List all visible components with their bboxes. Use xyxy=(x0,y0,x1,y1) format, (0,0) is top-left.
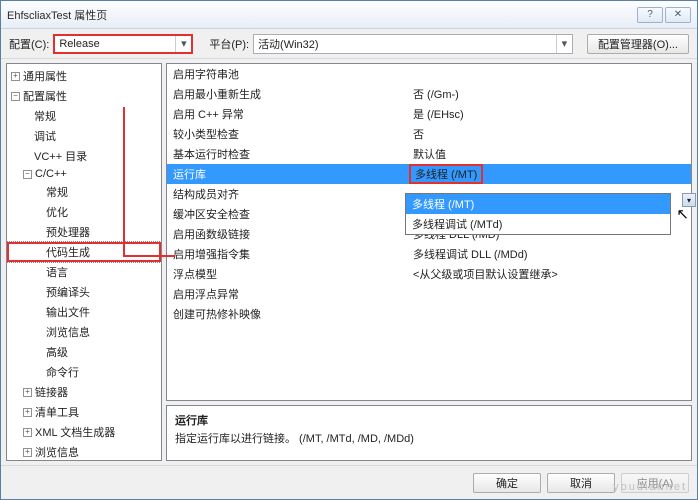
tree-manifest[interactable]: +清单工具 xyxy=(7,402,161,422)
config-label: 配置(C): xyxy=(9,36,49,52)
tree-ccpp-output[interactable]: 输出文件 xyxy=(7,302,161,322)
tree-browse2[interactable]: +浏览信息 xyxy=(7,442,161,461)
tree-ccpp-cmdline[interactable]: 命令行 xyxy=(7,362,161,382)
platform-value: 活动(Win32) xyxy=(258,36,319,52)
config-value: Release xyxy=(59,38,99,50)
dialog-buttons: 确定 取消 应用(A) xyxy=(1,465,697,499)
grid-row: 创建可热修补映像 xyxy=(167,304,691,324)
dropdown-item-mtd[interactable]: 多线程调试 (/MTd) xyxy=(406,214,670,234)
watermark: youdiannet xyxy=(613,481,687,493)
tree-ccpp[interactable]: −C/C++ xyxy=(7,166,161,182)
titlebar: EhfscliaxTest 属性页 ? ✕ xyxy=(1,1,697,29)
config-combo[interactable]: Release ▾ xyxy=(53,34,193,54)
runtime-lib-value: 多线程 (/MT) xyxy=(409,164,483,184)
window-buttons: ? ✕ xyxy=(637,7,691,23)
grid-row: 浮点模型<从父级或项目默认设置继承> xyxy=(167,264,691,284)
grid-row: 启用增强指令集多线程调试 DLL (/MDd) xyxy=(167,244,691,264)
desc-title: 运行库 xyxy=(175,412,683,428)
chevron-down-icon[interactable]: ▾ xyxy=(682,193,696,207)
tree-vcpp-dirs[interactable]: VC++ 目录 xyxy=(7,146,161,166)
tree-ccpp-optimize[interactable]: 优化 xyxy=(7,202,161,222)
tree-common-props[interactable]: +通用属性 xyxy=(7,66,161,86)
right-pane: 启用字符串池 启用最小重新生成否 (/Gm-) 启用 C++ 异常是 (/EHs… xyxy=(166,63,692,461)
ok-button[interactable]: 确定 xyxy=(473,473,541,493)
chevron-down-icon: ▾ xyxy=(556,35,572,53)
tree-ccpp-browse[interactable]: 浏览信息 xyxy=(7,322,161,342)
grid-row-runtime-library[interactable]: 运行库多线程 (/MT) xyxy=(167,164,691,184)
grid-row: 基本运行时检查默认值 xyxy=(167,144,691,164)
grid-row: 启用字符串池 xyxy=(167,64,691,84)
grid-row: 启用浮点异常 xyxy=(167,284,691,304)
tree-debug[interactable]: 调试 xyxy=(7,126,161,146)
config-row: 配置(C): Release ▾ 平台(P): 活动(Win32) ▾ 配置管理… xyxy=(1,29,697,59)
platform-label: 平台(P): xyxy=(209,36,249,52)
close-button[interactable]: ✕ xyxy=(665,7,691,23)
desc-body: 指定运行库以进行链接。 (/MT, /MTd, /MD, /MDd) xyxy=(175,430,683,446)
tree-ccpp-codegen[interactable]: 代码生成 xyxy=(7,242,161,262)
tree-ccpp-general[interactable]: 常规 xyxy=(7,182,161,202)
window-title: EhfscliaxTest 属性页 xyxy=(7,7,637,23)
chevron-down-icon: ▾ xyxy=(175,36,191,52)
grid-row: 启用最小重新生成否 (/Gm-) xyxy=(167,84,691,104)
description-pane: 运行库 指定运行库以进行链接。 (/MT, /MTd, /MD, /MDd) xyxy=(166,405,692,461)
runtime-lib-dropdown[interactable]: 多线程 (/MT) 多线程调试 (/MTd) xyxy=(405,193,671,235)
body: +通用属性 −配置属性 常规 调试 VC++ 目录 −C/C++ 常规 优化 预… xyxy=(1,59,697,465)
tree-ccpp-adv[interactable]: 高级 xyxy=(7,342,161,362)
grid-row: 启用 C++ 异常是 (/EHsc) xyxy=(167,104,691,124)
help-button[interactable]: ? xyxy=(637,7,663,23)
cancel-button[interactable]: 取消 xyxy=(547,473,615,493)
config-manager-button[interactable]: 配置管理器(O)... xyxy=(587,34,689,54)
dropdown-item-mt[interactable]: 多线程 (/MT) xyxy=(406,194,670,214)
tree-linker[interactable]: +链接器 xyxy=(7,382,161,402)
tree-xmldoc[interactable]: +XML 文档生成器 xyxy=(7,422,161,442)
tree-config-props[interactable]: −配置属性 xyxy=(7,86,161,106)
property-page-window: EhfscliaxTest 属性页 ? ✕ 配置(C): Release ▾ 平… xyxy=(0,0,698,500)
nav-tree[interactable]: +通用属性 −配置属性 常规 调试 VC++ 目录 −C/C++ 常规 优化 预… xyxy=(6,63,162,461)
tree-ccpp-lang[interactable]: 语言 xyxy=(7,262,161,282)
platform-combo[interactable]: 活动(Win32) ▾ xyxy=(253,34,573,54)
tree-general[interactable]: 常规 xyxy=(7,106,161,126)
tree-ccpp-pch[interactable]: 预编译头 xyxy=(7,282,161,302)
tree-ccpp-preproc[interactable]: 预处理器 xyxy=(7,222,161,242)
grid-row: 较小类型检查否 xyxy=(167,124,691,144)
